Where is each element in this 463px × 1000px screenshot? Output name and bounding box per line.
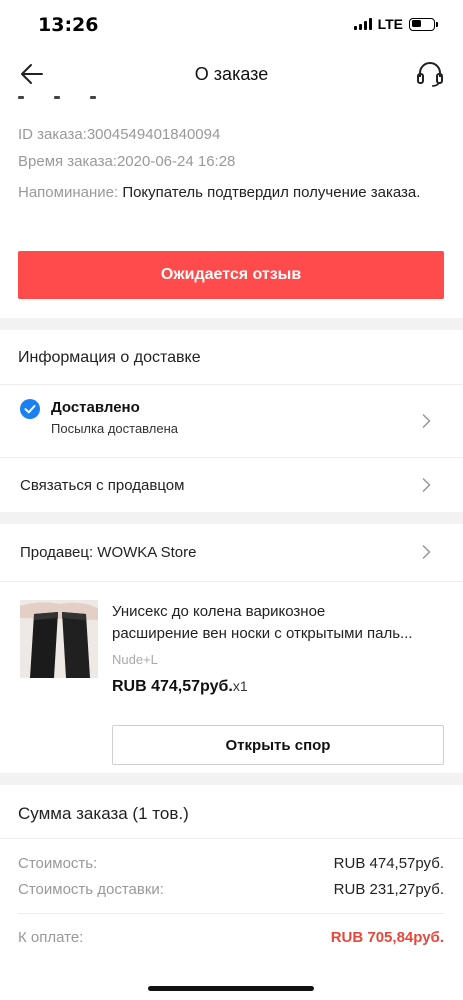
shipping-label: Стоимость доставки: bbox=[18, 881, 164, 898]
product-image[interactable] bbox=[20, 600, 98, 678]
network-label: LTE bbox=[377, 16, 403, 32]
signal-icon bbox=[353, 18, 372, 30]
total-label: К оплате: bbox=[18, 929, 84, 946]
battery-icon bbox=[409, 17, 438, 31]
contact-seller-row[interactable]: Связаться с продавцом bbox=[0, 458, 463, 512]
chevron-right-icon bbox=[422, 477, 431, 493]
section-gap bbox=[0, 773, 463, 785]
order-time: Время заказа:2020-06-24 16:28 bbox=[18, 153, 236, 170]
reminder-label: Напоминание: bbox=[18, 184, 119, 201]
seller-name: Продавец: WOWKA Store bbox=[20, 544, 197, 561]
total-value: RUB 705,84руб. bbox=[330, 929, 444, 946]
delivery-status-row[interactable]: Доставлено Посылка доставлена bbox=[0, 385, 463, 457]
total-row: К оплате: RUB 705,84руб. bbox=[18, 929, 444, 946]
status-bar: 13:26 LTE bbox=[0, 0, 463, 48]
divider bbox=[18, 913, 444, 914]
awaiting-review-button[interactable]: Ожидается отзыв bbox=[18, 251, 444, 299]
seller-row[interactable]: Продавец: WOWKA Store bbox=[0, 525, 463, 581]
cost-value: RUB 474,57руб. bbox=[333, 855, 444, 872]
order-summary-title: Сумма заказа (1 тов.) bbox=[18, 804, 189, 823]
check-circle-icon bbox=[20, 399, 40, 419]
order-meta: ID заказа:3004549401840094 Время заказа:… bbox=[18, 121, 235, 175]
chevron-right-icon bbox=[422, 544, 431, 560]
divider bbox=[0, 581, 463, 582]
cut-off-text bbox=[18, 92, 158, 100]
status-indicators: LTE bbox=[353, 16, 438, 32]
page-title: О заказе bbox=[194, 64, 269, 84]
stockings-image bbox=[20, 600, 98, 678]
contact-seller-label: Связаться с продавцом bbox=[20, 477, 185, 494]
product-price: RUB 474,57руб. bbox=[112, 678, 233, 695]
order-reminder: Напоминание: Покупатель подтвердил получ… bbox=[18, 182, 438, 204]
product-quantity: x1 bbox=[232, 678, 248, 694]
product-title-line1: Унисекс до колена варикозное bbox=[112, 603, 326, 620]
product-variant: Nude+L bbox=[112, 652, 158, 667]
section-gap bbox=[0, 318, 463, 330]
open-dispute-button[interactable]: Открыть спор bbox=[112, 725, 444, 765]
product-title-line2: расширение вен носки с открытыми паль... bbox=[112, 625, 413, 642]
cost-row: Стоимость: RUB 474,57руб. bbox=[18, 855, 444, 872]
divider bbox=[0, 838, 463, 839]
shipping-value: RUB 231,27руб. bbox=[333, 881, 444, 898]
section-gap bbox=[0, 512, 463, 524]
home-indicator[interactable] bbox=[148, 986, 314, 991]
product-price-line: RUB 474,57руб.x1 bbox=[112, 678, 248, 696]
delivery-status-title: Доставлено bbox=[51, 399, 140, 416]
chevron-right-icon bbox=[422, 413, 431, 429]
delivery-status-subtitle: Посылка доставлена bbox=[51, 421, 179, 436]
cost-label: Стоимость: bbox=[18, 855, 98, 872]
product-title[interactable]: Унисекс до колена варикозное расширение … bbox=[112, 601, 448, 645]
reminder-text: Покупатель подтвердил получение заказа. bbox=[122, 184, 421, 201]
status-time: 13:26 bbox=[38, 14, 99, 36]
shipping-row: Стоимость доставки: RUB 231,27руб. bbox=[18, 881, 444, 898]
order-id: ID заказа:3004549401840094 bbox=[18, 126, 221, 143]
delivery-section-title: Информация о доставке bbox=[18, 349, 201, 366]
headset-icon[interactable] bbox=[415, 59, 445, 89]
